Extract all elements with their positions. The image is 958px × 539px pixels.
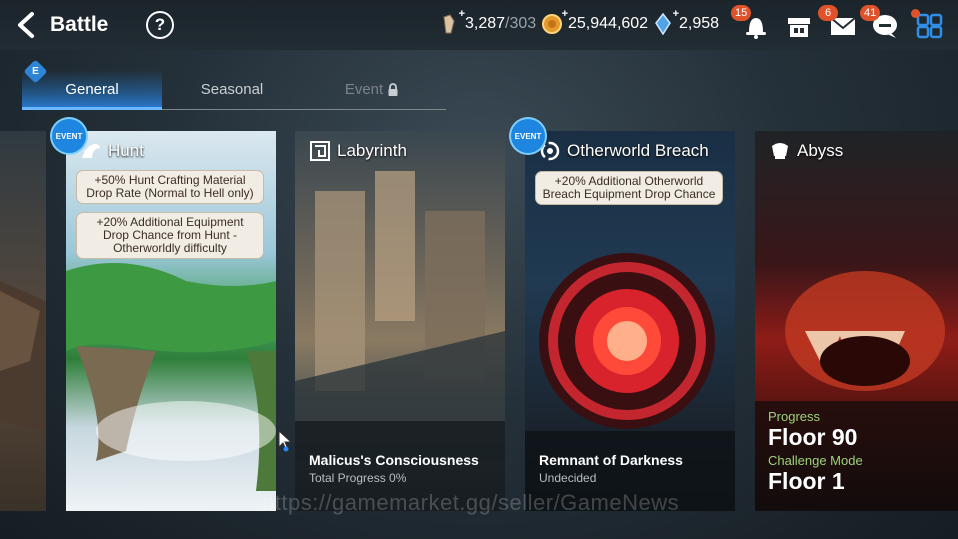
abyss-header: Abyss [755, 131, 958, 171]
gold-coin-icon: + [541, 8, 568, 35]
grid-menu-icon [916, 13, 943, 39]
stamina-value: 3,287 [465, 15, 506, 32]
watermark: https://gamemarket.gg/seller/GameNews [262, 490, 680, 515]
mail-badge: 6 [818, 5, 838, 21]
mouse-cursor-icon [278, 430, 292, 452]
gold-counter[interactable]: + 25,944,602 [541, 8, 649, 35]
abyss-challenge-floor: Floor 1 [768, 468, 845, 494]
labyrinth-progress: Total Progress 0% [309, 471, 407, 485]
breach-bonus-1: +20% Additional Otherworld Breach Equipm… [535, 171, 723, 205]
shop-button[interactable] [784, 12, 814, 40]
labyrinth-info: Malicus's Consciousness Total Progress 0… [309, 452, 499, 486]
hunt-bonus-2: +20% Additional Equipment Drop Chance fr… [76, 212, 264, 259]
skystone-value: 2,958 [679, 15, 720, 32]
breach-title: Otherworld Breach [567, 141, 709, 160]
chat-badge: 41 [860, 5, 881, 21]
skystone-icon: + [652, 8, 679, 36]
page-title: Battle [50, 13, 109, 36]
card-otherworld-breach[interactable]: Otherworld Breach +20% Additional Otherw… [525, 131, 735, 511]
labyrinth-header: Labyrinth [295, 131, 505, 171]
stamina-counter[interactable]: + 3,287 /303 [438, 8, 537, 35]
tab-event[interactable]: Event [302, 70, 442, 109]
hunt-bonus-1: +50% Hunt Crafting Material Drop Rate (N… [76, 170, 264, 204]
card-partial-left[interactable] [0, 131, 46, 511]
notifications-button[interactable]: 15 [731, 5, 771, 40]
notifications-badge: 15 [731, 5, 752, 21]
menu-button[interactable] [911, 9, 945, 40]
labyrinth-title: Labyrinth [337, 141, 407, 160]
card-art [0, 281, 46, 431]
gold-value: 25,944,602 [568, 15, 649, 32]
card-hunt[interactable]: Hunt +50% Hunt Crafting Material Drop Ra… [66, 131, 276, 511]
abyss-challenge-label: Challenge Mode [768, 453, 863, 468]
labyrinth-dungeon-name: Malicus's Consciousness [309, 452, 479, 468]
abyss-icon [772, 143, 788, 159]
stamina-icon: + [438, 8, 465, 35]
help-button[interactable]: ? [146, 11, 174, 39]
shop-icon [788, 18, 810, 37]
skystone-counter[interactable]: + 2,958 [652, 8, 720, 36]
stamina-max: /303 [505, 15, 537, 32]
hunt-title: Hunt [108, 141, 144, 160]
lock-icon [388, 82, 398, 96]
card-abyss[interactable]: Abyss Progress Floor 90 Challenge Mode F… [755, 131, 958, 511]
breach-boss-name: Remnant of Darkness [539, 452, 683, 468]
breach-event-badge: EVENT [511, 119, 545, 153]
back-arrow-icon [18, 12, 34, 38]
abyss-info: Progress Floor 90 Challenge Mode Floor 1 [768, 409, 863, 495]
hunt-header: Hunt [66, 131, 276, 171]
mail-button[interactable]: 6 [818, 5, 858, 40]
breach-header: Otherworld Breach [525, 131, 735, 171]
back-button[interactable]: Battle [14, 10, 114, 40]
top-bar: Battle ? + 3,287 /303 + 25,944,602 + 2,9… [0, 0, 958, 50]
chat-button[interactable]: 41 [860, 5, 900, 40]
tab-bar: General Seasonal Event [22, 70, 446, 110]
hunt-event-badge: EVENT [52, 119, 86, 153]
menu-dot [911, 9, 920, 18]
tab-seasonal[interactable]: Seasonal [162, 70, 302, 109]
maze-icon [310, 141, 330, 161]
tab-general[interactable]: General [22, 70, 162, 110]
abyss-progress-label: Progress [768, 409, 821, 424]
card-labyrinth[interactable]: Labyrinth Malicus's Consciousness Total … [295, 131, 505, 511]
abyss-progress-floor: Floor 90 [768, 424, 858, 450]
breach-status: Undecided [539, 471, 597, 485]
abyss-title: Abyss [797, 141, 844, 160]
breach-info: Remnant of Darkness Undecided [539, 452, 729, 486]
